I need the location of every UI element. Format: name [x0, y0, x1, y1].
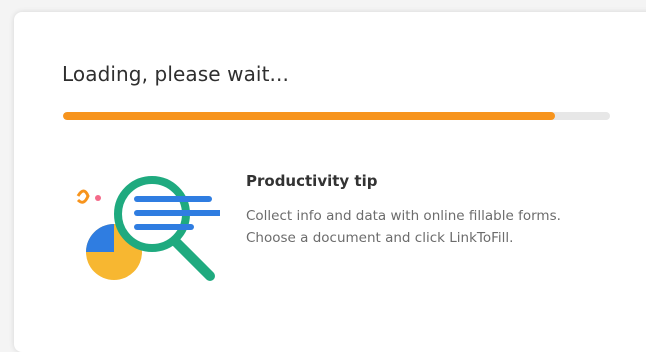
tip-heading: Productivity tip	[246, 172, 378, 190]
tip-line-1: Collect info and data with online fillab…	[246, 208, 561, 224]
tip-text: Collect info and data with online fillab…	[246, 205, 646, 249]
progress-fill	[63, 112, 556, 120]
loading-dialog: Loading, please wait... Productivity tip…	[14, 12, 646, 352]
progress-bar	[63, 112, 610, 120]
magnifier-document-chart-icon	[76, 176, 220, 281]
loading-title: Loading, please wait...	[62, 62, 289, 86]
tip-line-2: Choose a document and click LinkToFill.	[246, 230, 514, 246]
